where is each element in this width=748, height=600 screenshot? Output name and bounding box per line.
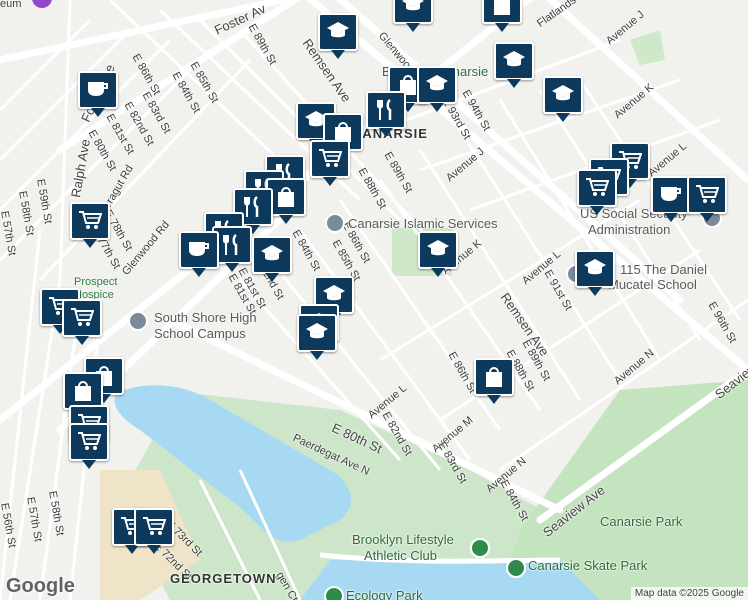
grocery-icon <box>79 211 102 229</box>
ecology-park-label[interactable]: Ecology Park <box>346 588 423 600</box>
school-pin[interactable] <box>252 236 292 282</box>
grocery-icon <box>586 178 609 196</box>
school-icon <box>261 245 283 261</box>
school-pin[interactable] <box>417 66 457 112</box>
islamic-services-label[interactable]: Canarsie Islamic Services <box>348 216 498 231</box>
school-icon <box>306 323 328 339</box>
school-icon <box>427 240 449 256</box>
museum-marker <box>32 0 52 8</box>
grocery-icon <box>319 149 342 167</box>
coffee-pin[interactable] <box>78 71 118 117</box>
skate-park-icon[interactable] <box>506 558 526 578</box>
grocery-icon <box>78 432 101 450</box>
map[interactable]: eum Foster Av Foster Ave Flatlands Flatl… <box>0 0 748 600</box>
shopping-pin[interactable] <box>474 358 514 404</box>
shopping-icon <box>75 381 91 401</box>
school-icon <box>426 75 448 91</box>
grocery-icon <box>696 185 719 203</box>
shopping-icon <box>486 367 502 387</box>
school-icon <box>503 51 525 67</box>
lifestyle-label-2[interactable]: Athletic Club <box>364 548 437 563</box>
school-campus-icon[interactable] <box>128 311 148 331</box>
grocery-pin[interactable] <box>134 508 174 554</box>
coffee-icon <box>189 242 209 256</box>
restaurant-icon <box>244 195 259 217</box>
shopping-icon <box>278 187 294 207</box>
grocery-pin[interactable] <box>62 299 102 345</box>
restaurant-icon <box>223 233 238 255</box>
shopping-icon <box>494 0 510 15</box>
skate-park-label[interactable]: Canarsie Skate Park <box>528 558 647 573</box>
grocery-pin[interactable] <box>687 176 727 222</box>
school-115-label-1[interactable]: 115 The Daniel <box>620 262 707 277</box>
coffee-pin[interactable] <box>651 176 691 222</box>
school-pin[interactable] <box>318 13 358 59</box>
green-small <box>630 30 665 65</box>
school-pin[interactable] <box>575 250 615 296</box>
grocery-pin[interactable] <box>310 140 350 186</box>
lifestyle-icon[interactable] <box>470 538 490 558</box>
grocery-icon <box>143 517 166 535</box>
school-pin[interactable] <box>494 42 534 88</box>
shopping-pin[interactable] <box>482 0 522 32</box>
grocery-pin[interactable] <box>69 423 109 469</box>
school-pin[interactable] <box>297 314 337 360</box>
restaurant-pin[interactable] <box>366 91 406 137</box>
restaurant-icon <box>377 98 392 120</box>
school-pin[interactable] <box>393 0 433 32</box>
south-shore-label-2[interactable]: School Campus <box>154 326 246 341</box>
school-icon <box>327 22 349 38</box>
map-attribution[interactable]: Map data ©2025 Google <box>630 587 748 600</box>
school-icon <box>584 259 606 275</box>
school-icon <box>402 0 424 11</box>
lifestyle-label-1[interactable]: Brooklyn Lifestyle <box>352 532 454 547</box>
coffee-icon <box>88 82 108 96</box>
google-logo: Google <box>6 575 75 597</box>
south-shore-label-1[interactable]: South Shore High <box>154 310 257 325</box>
school-icon <box>323 285 345 301</box>
school-icon <box>552 85 574 101</box>
canarsie-park-label[interactable]: Canarsie Park <box>600 514 682 529</box>
ecology-park-icon[interactable] <box>324 586 344 600</box>
school-pin[interactable] <box>418 231 458 277</box>
coffee-icon <box>661 187 681 201</box>
grocery-pin[interactable] <box>577 169 617 215</box>
grocery-icon <box>71 308 94 326</box>
islamic-services-icon[interactable] <box>325 213 345 233</box>
coffee-pin[interactable] <box>179 231 219 277</box>
neighborhood-georgetown: GEORGETOWN <box>170 571 277 586</box>
school-pin[interactable] <box>543 76 583 122</box>
partial-top-label: eum <box>0 0 22 10</box>
grocery-pin[interactable] <box>70 202 110 248</box>
hospice-label-1[interactable]: Prospect <box>74 276 117 288</box>
school-115-label-2[interactable]: Mucatel School <box>608 277 697 292</box>
ss-admin-label-2[interactable]: Administration <box>588 222 670 237</box>
